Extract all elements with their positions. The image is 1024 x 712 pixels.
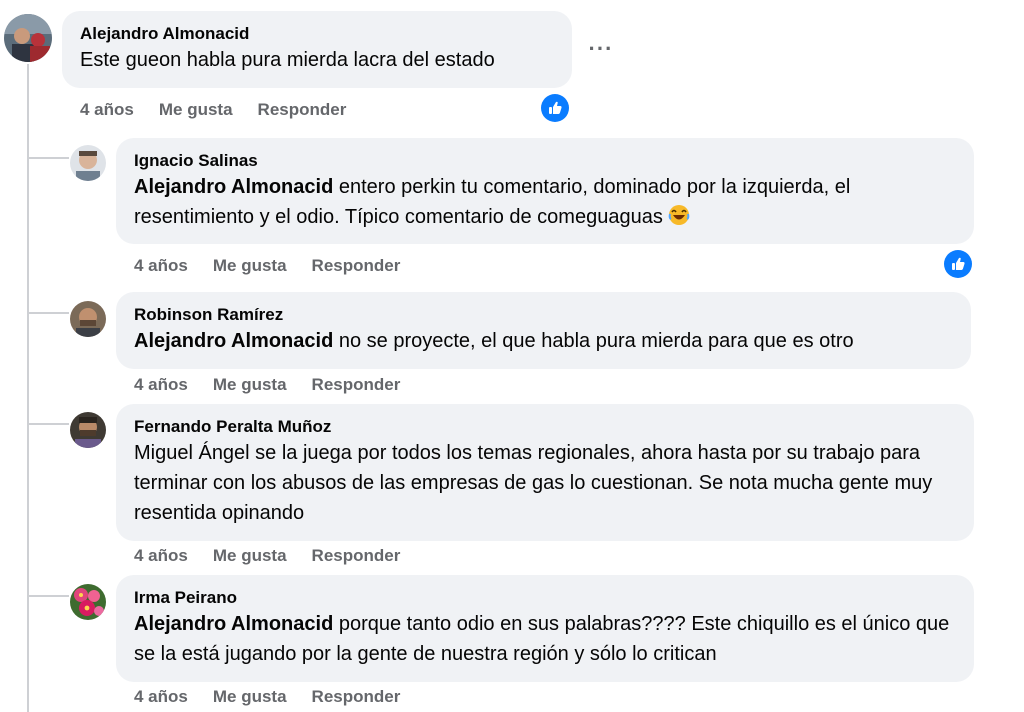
like-button[interactable]: Me gusta (213, 686, 287, 708)
like-button[interactable]: Me gusta (213, 255, 287, 277)
comment-author[interactable]: Robinson Ramírez (134, 304, 953, 326)
avatar[interactable] (70, 145, 106, 181)
mention-link[interactable]: Alejandro Almonacid (134, 330, 333, 352)
comment-author[interactable]: Alejandro Almonacid (80, 23, 554, 45)
like-button[interactable]: Me gusta (213, 545, 287, 567)
comment-bubble: Robinson Ramírez Alejandro Almonacid no … (116, 292, 971, 369)
avatar-photo-icon (70, 145, 106, 181)
comment-text: Alejandro Almonacid porque tanto odio en… (134, 613, 950, 665)
comment-thread: Alejandro Almonacid Este gueon habla pur… (0, 0, 1024, 712)
comment-bubble: Alejandro Almonacid Este gueon habla pur… (62, 11, 572, 88)
comment-time[interactable]: 4 años (134, 545, 188, 567)
thread-branch (29, 312, 69, 314)
flowers-avatar-icon (70, 584, 106, 620)
comment-actions: 4 años Me gusta Responder (134, 545, 400, 567)
avatar[interactable] (70, 412, 106, 448)
comment-text: Alejandro Almonacid no se proyecte, el q… (134, 330, 854, 352)
comment-bubble: Irma Peirano Alejandro Almonacid porque … (116, 575, 974, 682)
comment-actions: 4 años Me gusta Responder (134, 255, 400, 277)
mention-link[interactable]: Alejandro Almonacid (134, 176, 333, 198)
comment-author[interactable]: Irma Peirano (134, 587, 956, 609)
comment-bubble: Fernando Peralta Muñoz Miguel Ángel se l… (116, 404, 974, 541)
comment-time[interactable]: 4 años (80, 99, 134, 121)
avatar-photo-icon (4, 14, 52, 62)
reply-button[interactable]: Responder (312, 255, 401, 277)
reply-button[interactable]: Responder (312, 374, 401, 396)
laughing-emoji-icon (668, 204, 690, 226)
avatar[interactable] (70, 301, 106, 337)
comment-time[interactable]: 4 años (134, 374, 188, 396)
comment-actions: 4 años Me gusta Responder (134, 374, 400, 396)
reply-button[interactable]: Responder (312, 545, 401, 567)
reply-button[interactable]: Responder (312, 686, 401, 708)
thread-branch (29, 423, 69, 425)
comment-author[interactable]: Fernando Peralta Muñoz (134, 416, 956, 438)
comment-author[interactable]: Ignacio Salinas (134, 150, 956, 172)
comment-text: Miguel Ángel se la juega por todos los t… (134, 442, 933, 524)
like-icon[interactable] (541, 94, 569, 122)
comment-time[interactable]: 4 años (134, 255, 188, 277)
avatar[interactable] (70, 584, 106, 620)
more-options-icon[interactable]: ··· (584, 32, 618, 66)
thread-branch (29, 595, 69, 597)
like-button[interactable]: Me gusta (213, 374, 287, 396)
comment-text: Alejandro Almonacid entero perkin tu com… (134, 176, 851, 228)
avatar[interactable] (4, 14, 52, 62)
avatar-photo-icon (70, 301, 106, 337)
thread-line (27, 64, 29, 712)
comment-bubble: Ignacio Salinas Alejandro Almonacid ente… (116, 138, 974, 244)
comment-actions: 4 años Me gusta Responder (80, 99, 346, 121)
avatar-photo-icon (70, 412, 106, 448)
comment-actions: 4 años Me gusta Responder (134, 686, 400, 708)
reply-button[interactable]: Responder (258, 99, 347, 121)
thread-branch (29, 157, 69, 159)
like-icon[interactable] (944, 250, 972, 278)
like-button[interactable]: Me gusta (159, 99, 233, 121)
comment-text: Este gueon habla pura mierda lacra del e… (80, 49, 495, 71)
mention-link[interactable]: Alejandro Almonacid (134, 613, 333, 635)
comment-time[interactable]: 4 años (134, 686, 188, 708)
